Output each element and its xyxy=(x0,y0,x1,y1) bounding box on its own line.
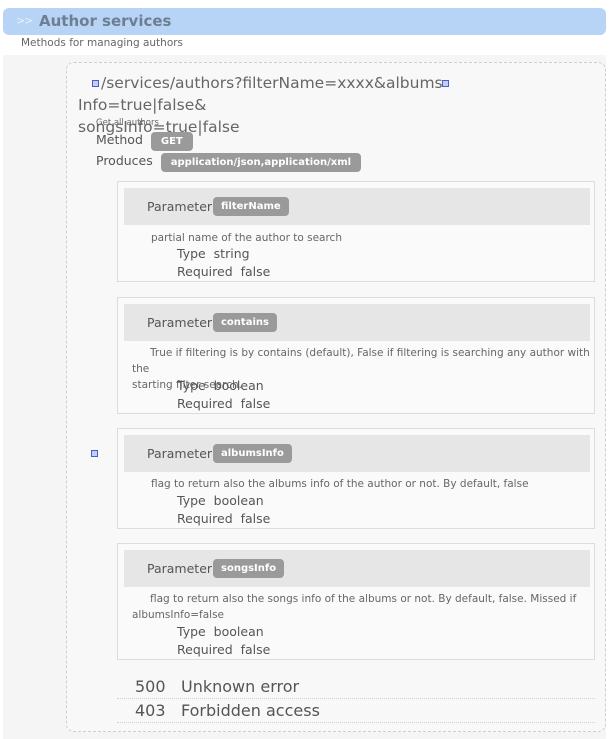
parameter-type: Type boolean xyxy=(177,378,264,393)
parameter-name-badge: contains xyxy=(213,313,277,332)
response-row: 500 Unknown error xyxy=(117,675,595,699)
anchor-icon[interactable] xyxy=(92,80,99,87)
endpoint-path[interactable]: /services/authors?filterName=xxxx&albums… xyxy=(78,72,538,138)
parameter-card: Parameter songsInfo flag to return also … xyxy=(117,543,595,660)
produces-badge: application/json,application/xml xyxy=(160,153,362,172)
parameter-description: flag to return also the albums info of t… xyxy=(151,478,529,490)
method-row: Method GET xyxy=(96,132,193,151)
parameter-type: Type boolean xyxy=(177,493,264,508)
parameter-description: flag to return also the songs info of th… xyxy=(132,593,577,621)
parameter-type: Type string xyxy=(177,246,250,261)
parameter-header: Parameter contains xyxy=(124,304,590,341)
parameter-card: Parameter contains True if filtering is … xyxy=(117,297,595,414)
parameter-required: Required false xyxy=(177,264,271,279)
parameter-card: Parameter filterName partial name of the… xyxy=(117,181,595,282)
endpoint-path-line1: /services/authors?filterName=xxxx&albums xyxy=(101,74,443,92)
anchor-icon[interactable] xyxy=(441,80,449,87)
section-description: Methods for managing authors xyxy=(21,37,184,49)
parameter-label: Parameter xyxy=(147,315,213,330)
method-label: Method xyxy=(96,132,143,147)
section-title[interactable]: Author services xyxy=(39,12,171,30)
response-code: 500 xyxy=(135,677,166,696)
parameter-required: Required false xyxy=(177,642,271,657)
method-badge: GET xyxy=(150,132,193,151)
parameter-label: Parameter xyxy=(147,561,213,576)
parameter-label: Parameter xyxy=(147,446,213,461)
response-message: Unknown error xyxy=(181,677,300,696)
parameter-required: Required false xyxy=(177,511,271,526)
produces-label: Produces xyxy=(96,153,153,168)
section-header[interactable]: >> Author services xyxy=(3,8,606,35)
parameter-label: Parameter xyxy=(147,199,213,214)
parameter-header: Parameter filterName xyxy=(124,188,590,225)
parameter-type: Type boolean xyxy=(177,624,264,639)
parameter-description: partial name of the author to search xyxy=(151,232,342,244)
parameter-header: Parameter songsInfo xyxy=(124,550,590,587)
parameter-name-badge: albumsInfo xyxy=(213,444,292,463)
parameter-card: Parameter albumsInfo flag to return also… xyxy=(117,428,595,529)
response-message: Forbidden access xyxy=(181,701,320,720)
response-code: 403 xyxy=(135,701,166,720)
produces-row: Produces application/json,application/xm… xyxy=(96,153,362,172)
endpoint-description: Get all authors xyxy=(96,118,159,128)
chevron-double-right-icon: >> xyxy=(16,14,33,27)
parameter-name-badge: filterName xyxy=(213,197,289,216)
parameter-name-badge: songsInfo xyxy=(213,559,285,578)
response-row: 403 Forbidden access xyxy=(117,699,595,723)
parameter-required: Required false xyxy=(177,396,271,411)
parameter-header: Parameter albumsInfo xyxy=(124,435,590,472)
endpoint-path-line1-rest: Info=true|false& xyxy=(78,96,207,114)
anchor-icon[interactable] xyxy=(91,450,98,457)
